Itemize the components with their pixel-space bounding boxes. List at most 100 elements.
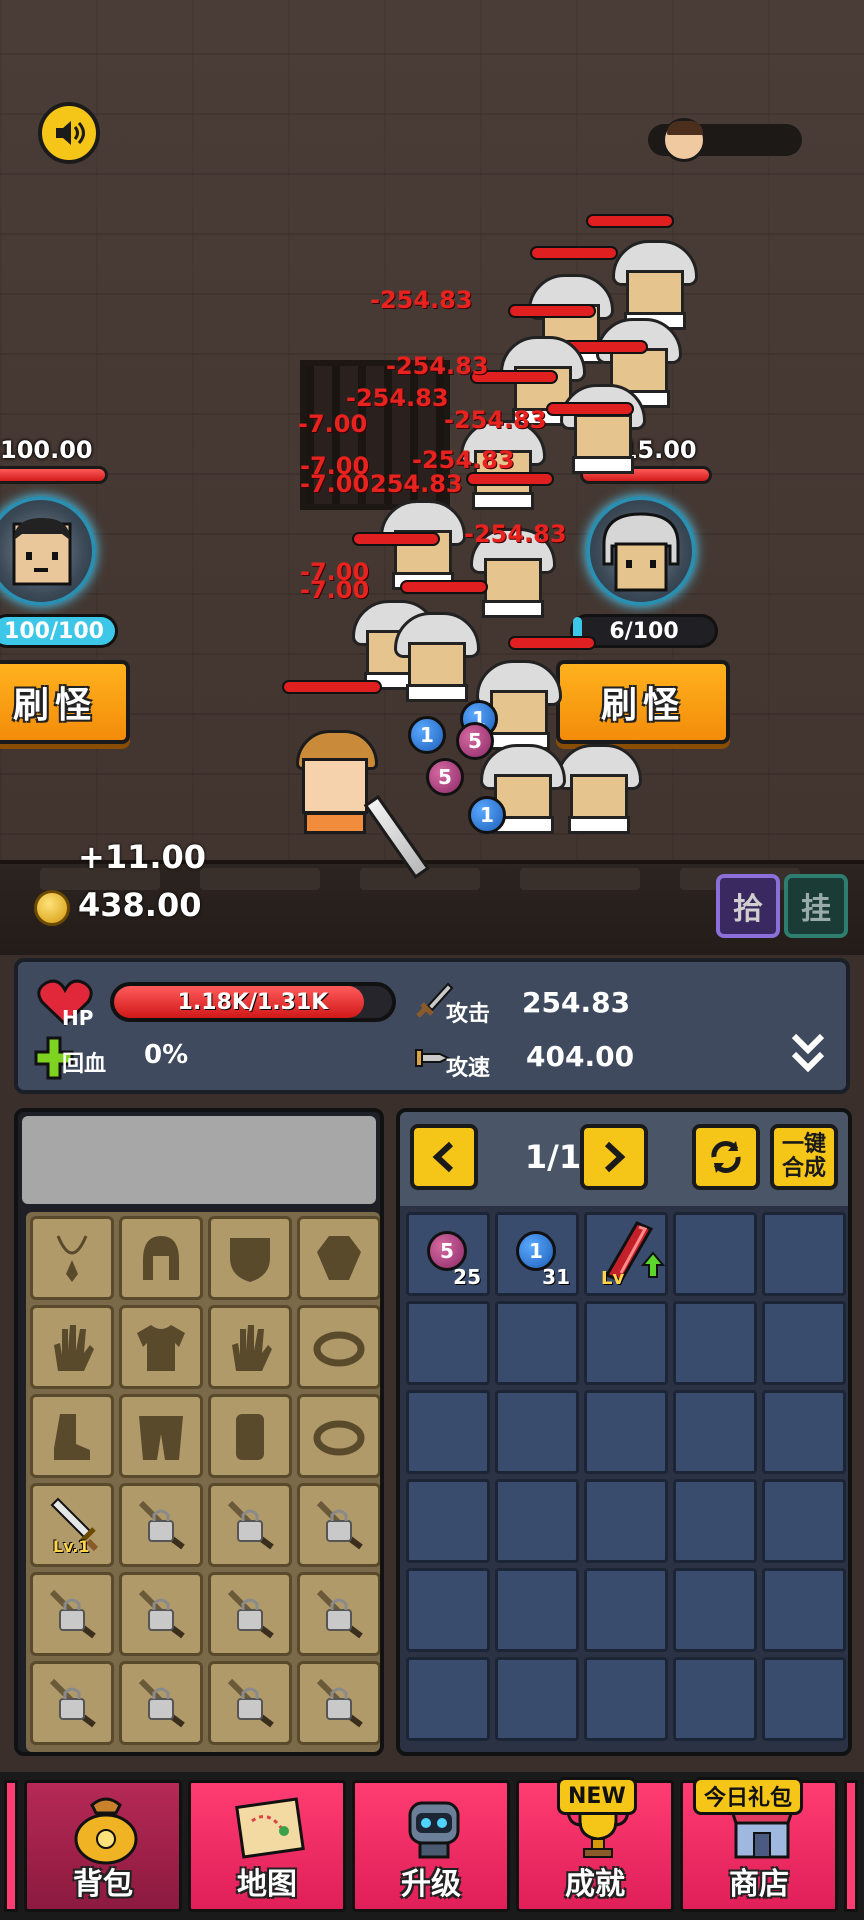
equipment-slot[interactable] — [30, 1394, 114, 1478]
equipment-slot[interactable] — [297, 1305, 380, 1389]
inventory-slot[interactable] — [673, 1212, 757, 1296]
merge-label-line2: 合成 — [781, 1156, 826, 1181]
inventory-slot[interactable] — [406, 1479, 490, 1563]
inventory-slot[interactable] — [673, 1657, 757, 1741]
equipment-slot[interactable] — [30, 1661, 114, 1745]
sound-toggle-button[interactable] — [38, 102, 100, 164]
locked-weapon-icon — [316, 1678, 363, 1728]
inventory-slot[interactable] — [673, 1390, 757, 1474]
enemy — [560, 384, 646, 474]
inventory-slot[interactable] — [495, 1390, 579, 1474]
ring-icon — [313, 1331, 365, 1367]
item-quantity: 25 — [453, 1265, 481, 1289]
inventory-slot[interactable] — [584, 1301, 668, 1385]
orb-drop[interactable]: 1 — [408, 716, 446, 754]
locked-weapon-icon — [227, 1678, 274, 1728]
red-crystal-icon — [604, 1221, 666, 1283]
speaker-icon — [56, 121, 85, 145]
nav-label: 地图 — [237, 1867, 297, 1902]
chevron-double-down-icon[interactable] — [788, 1028, 828, 1076]
chevron-right-icon — [604, 1141, 626, 1173]
inventory-slot[interactable] — [495, 1657, 579, 1741]
enemy — [612, 240, 698, 330]
sort-button[interactable] — [692, 1124, 760, 1190]
inventory-slot[interactable] — [584, 1390, 668, 1474]
enemy-hp-bar — [352, 532, 440, 546]
inventory-slot[interactable] — [762, 1568, 846, 1652]
inventory-slot[interactable] — [406, 1657, 490, 1741]
equipment-slot[interactable] — [119, 1572, 203, 1656]
inventory-slot[interactable] — [762, 1479, 846, 1563]
next-page-button[interactable] — [580, 1124, 648, 1190]
bottom-nav: 背包 地图 升级 NEW 成就 今日礼包 商店 — [0, 1772, 864, 1920]
inventory-slot[interactable] — [762, 1301, 846, 1385]
nav-map[interactable]: 地图 — [188, 1780, 346, 1912]
inventory-slot[interactable] — [495, 1479, 579, 1563]
equipment-slot[interactable] — [297, 1572, 380, 1656]
idle-mode-button[interactable]: 挂 — [784, 874, 848, 938]
equipment-slot[interactable] — [208, 1394, 292, 1478]
merge-label-line1: 一键 — [781, 1132, 826, 1157]
equipment-slot[interactable] — [30, 1305, 114, 1389]
auto-pickup-button[interactable]: 拾 — [716, 874, 780, 938]
inventory-slot[interactable]: Lv — [584, 1212, 668, 1296]
locked-weapon-icon — [49, 1589, 96, 1639]
locked-weapon-icon — [316, 1500, 363, 1550]
right-spawn-button[interactable]: 刷怪 — [556, 660, 730, 744]
equipment-slot[interactable] — [208, 1216, 292, 1300]
equipment-slot[interactable] — [297, 1483, 380, 1567]
inventory-slot[interactable] — [495, 1301, 579, 1385]
prev-page-button[interactable] — [410, 1124, 478, 1190]
left-spawn-button[interactable]: 刷怪 — [0, 660, 130, 744]
inventory-slot[interactable] — [762, 1390, 846, 1474]
damage-number: -254.83 — [386, 352, 489, 380]
enemy — [394, 612, 480, 702]
helmet-icon — [143, 1236, 179, 1280]
inventory-slot[interactable]: 1 31 — [495, 1212, 579, 1296]
equipment-slot[interactable] — [30, 1216, 114, 1300]
damage-number: -7.00 — [298, 410, 368, 438]
inventory-slot[interactable] — [673, 1301, 757, 1385]
equipment-slot[interactable] — [208, 1572, 292, 1656]
equipment-slot[interactable] — [119, 1305, 203, 1389]
equipment-slot[interactable] — [297, 1394, 380, 1478]
attack-value: 254.83 — [522, 986, 631, 1019]
inventory-slot[interactable] — [406, 1301, 490, 1385]
equipment-slot[interactable] — [30, 1572, 114, 1656]
boot-icon — [54, 1414, 90, 1460]
nav-shop[interactable]: 今日礼包 商店 — [680, 1777, 838, 1912]
orb-drop[interactable]: 5 — [426, 758, 464, 796]
inventory-slot[interactable] — [762, 1212, 846, 1296]
item-level: Lv — [601, 1268, 625, 1289]
battle-scene: 100.00 100/100 刷怪 515.00 6/100 刷怪 -254.8… — [0, 0, 864, 955]
inventory-slot[interactable] — [406, 1568, 490, 1652]
inventory-slot[interactable] — [673, 1479, 757, 1563]
equipment-slot[interactable] — [208, 1483, 292, 1567]
inventory-slot[interactable] — [495, 1568, 579, 1652]
equipment-slot[interactable] — [297, 1216, 380, 1300]
inventory-slot[interactable] — [762, 1657, 846, 1741]
equipment-slot[interactable] — [119, 1216, 203, 1300]
inventory-slot[interactable] — [673, 1568, 757, 1652]
equipment-slot[interactable] — [119, 1394, 203, 1478]
inventory-slot[interactable]: 5 25 — [406, 1212, 490, 1296]
equipment-slot[interactable] — [119, 1661, 203, 1745]
nav-bag[interactable]: 背包 — [24, 1780, 182, 1912]
nav-achievements[interactable]: NEW 成就 — [516, 1777, 674, 1912]
inventory-slot[interactable] — [584, 1657, 668, 1741]
equipment-slot[interactable] — [297, 1661, 380, 1745]
equipment-slot[interactable] — [208, 1305, 292, 1389]
equipment-slot[interactable] — [119, 1483, 203, 1567]
orb-drop[interactable]: 1 — [468, 796, 506, 834]
nav-label: 升级 — [401, 1867, 461, 1902]
orb-drop[interactable]: 5 — [456, 722, 494, 760]
equipment-slot[interactable] — [208, 1661, 292, 1745]
right-spawner-portal — [586, 496, 696, 606]
inventory-slot[interactable] — [584, 1479, 668, 1563]
nav-upgrade[interactable]: 升级 — [352, 1780, 510, 1912]
inventory-slot[interactable] — [584, 1568, 668, 1652]
hp-bar: 1.18K/1.31K — [110, 982, 396, 1022]
merge-all-button[interactable]: 一键 合成 — [770, 1124, 838, 1190]
equipment-slot[interactable]: Lv.1 — [30, 1483, 114, 1567]
inventory-slot[interactable] — [406, 1390, 490, 1474]
